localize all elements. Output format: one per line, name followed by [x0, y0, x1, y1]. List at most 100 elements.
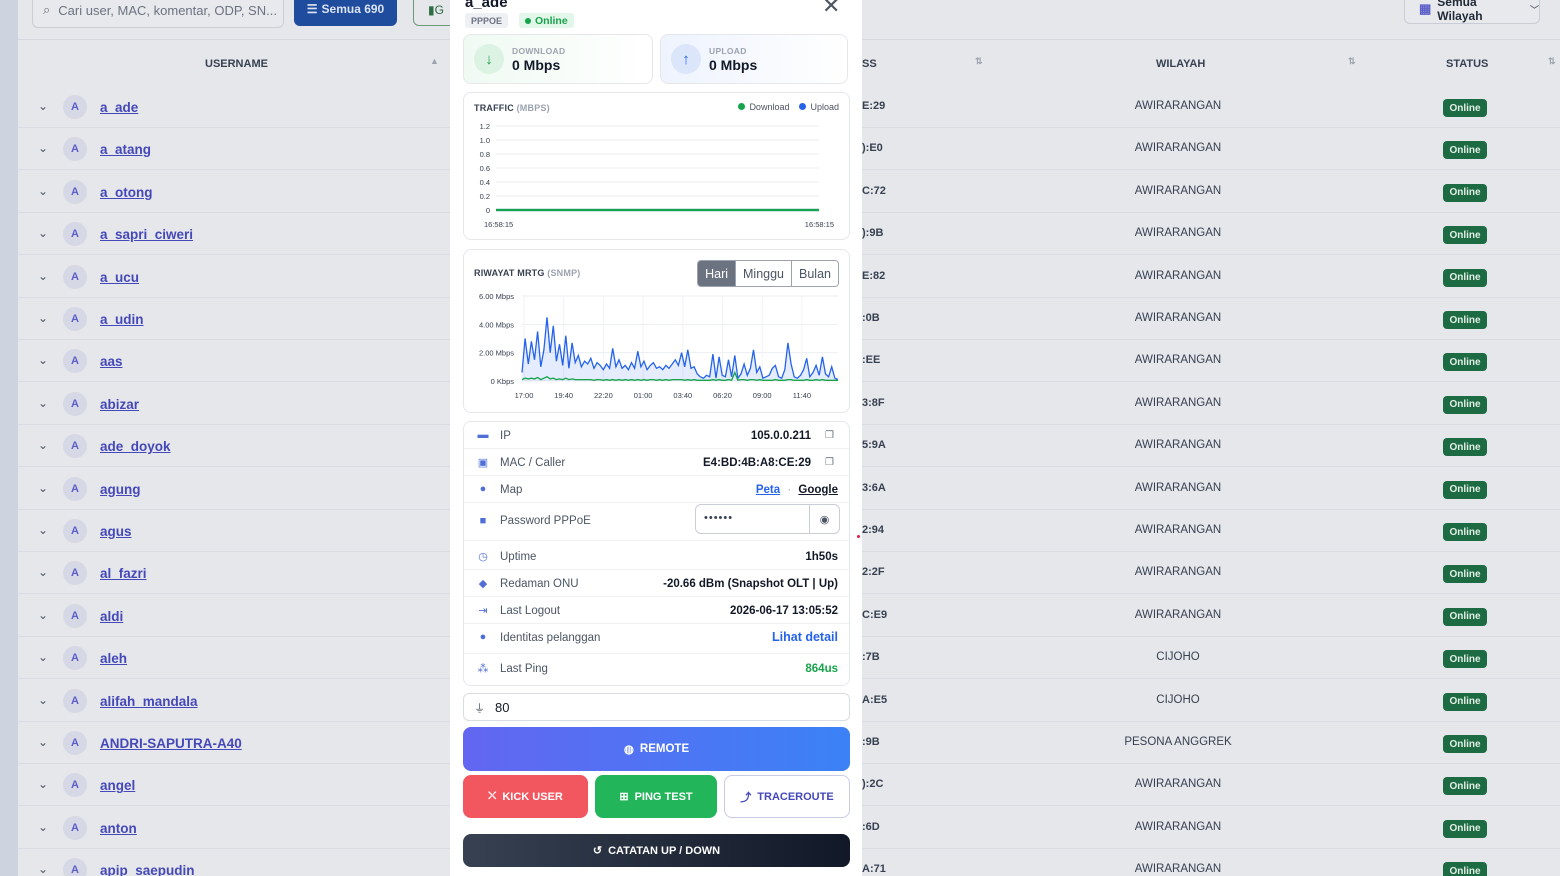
- google-link[interactable]: Google: [798, 484, 838, 496]
- sort-icon[interactable]: ⇅: [1348, 56, 1356, 67]
- header-mac[interactable]: SS: [862, 58, 877, 70]
- avatar: A: [63, 519, 87, 543]
- username-link[interactable]: ade_doyok: [100, 439, 171, 454]
- uptime-value: 1h50s: [805, 551, 838, 563]
- y-tick-label: 1.0: [480, 136, 490, 145]
- region-label: Semua Wilayah: [1437, 0, 1483, 23]
- header-status[interactable]: STATUS: [1446, 58, 1488, 70]
- info-row-password: ■ Password PPPoE •••••• ◉: [464, 503, 849, 541]
- sort-icon[interactable]: ▲: [430, 56, 439, 66]
- updown-log-button[interactable]: ↺ CATATAN UP / DOWN: [463, 834, 850, 867]
- chevron-down-icon[interactable]: ⌄: [38, 820, 48, 834]
- chevron-down-icon[interactable]: ⌄: [38, 735, 48, 749]
- avatar: A: [63, 349, 87, 374]
- chevron-down-icon[interactable]: ⌄: [38, 99, 48, 113]
- username-link[interactable]: a_otong: [100, 185, 153, 200]
- status-badge: Online: [1443, 565, 1487, 584]
- chevron-down-icon[interactable]: ⌄: [38, 226, 48, 240]
- password-field[interactable]: •••••• ◉: [695, 504, 840, 534]
- redaman-label: Redaman ONU: [500, 578, 579, 590]
- region-select[interactable]: ▦ Semua Wilayah ﹀: [1404, 0, 1540, 24]
- x-tick-label: 06:20: [713, 391, 732, 400]
- chevron-down-icon[interactable]: ⌄: [38, 608, 48, 622]
- username-link[interactable]: abizar: [100, 397, 139, 412]
- y-tick-label: 0 Kbps: [491, 377, 515, 386]
- chevron-down-icon[interactable]: ⌄: [38, 777, 48, 791]
- avatar: A: [63, 476, 87, 501]
- remote-button[interactable]: ◍ REMOTE: [463, 727, 850, 771]
- kick-user-button[interactable]: ⛌ KICK USER: [463, 775, 588, 818]
- copy-icon[interactable]: ❐: [825, 457, 834, 468]
- avatar: A: [63, 222, 87, 247]
- map-links: Peta · Google: [756, 484, 838, 496]
- mac-cell: ):2C: [862, 778, 884, 791]
- header-username[interactable]: USERNAME: [205, 58, 268, 70]
- chevron-down-icon[interactable]: ⌄: [38, 311, 48, 325]
- header-wilayah[interactable]: WILAYAH: [1156, 58, 1205, 70]
- x-tick-label: 01:00: [634, 391, 653, 400]
- sort-icon[interactable]: ⇅: [975, 56, 983, 67]
- traceroute-button[interactable]: ⤴ TRACEROUTE: [724, 775, 850, 818]
- wilayah-cell: AWIRARANGAN: [1134, 312, 1222, 324]
- username-link[interactable]: aleh: [100, 651, 127, 666]
- username-link[interactable]: aas: [100, 354, 123, 369]
- x-tick-label: 19:40: [554, 391, 573, 400]
- status-badge: Online: [1443, 183, 1487, 202]
- chevron-down-icon[interactable]: ⌄: [38, 565, 48, 579]
- mrtg-chart: 6.00 Mbps 4.00 Mbps 2.00 Mbps 0 Kbps17:00 19…: [479, 292, 839, 400]
- map-separator: ·: [787, 484, 792, 496]
- chevron-down-icon[interactable]: ⌄: [38, 650, 48, 664]
- ping-label: Last Ping: [500, 663, 548, 675]
- x-tick-label: 22:20: [594, 391, 613, 400]
- chevron-down-icon[interactable]: ⌄: [38, 396, 48, 410]
- signal-icon: ◆: [478, 578, 488, 590]
- chevron-down-icon[interactable]: ⌄: [38, 184, 48, 198]
- chevron-down-icon[interactable]: ⌄: [38, 269, 48, 283]
- filter-all-button[interactable]: ☰ Semua 690: [294, 0, 397, 26]
- map-label: Map: [500, 484, 523, 496]
- port-input[interactable]: ⏚ 80: [463, 693, 850, 721]
- chevron-down-icon[interactable]: ⌄: [38, 862, 48, 876]
- y-tick-label: 6.00 Mbps: [479, 292, 514, 301]
- chevron-down-icon[interactable]: ⌄: [38, 353, 48, 367]
- identitas-link[interactable]: Lihat detail: [772, 630, 838, 644]
- username-link[interactable]: angel: [100, 778, 135, 793]
- wilayah-cell: AWIRARANGAN: [1134, 100, 1222, 112]
- username-link[interactable]: al_fazri: [100, 566, 147, 581]
- wilayah-cell: AWIRARANGAN: [1134, 566, 1222, 579]
- chevron-down-icon[interactable]: ⌄: [38, 438, 48, 452]
- username-link[interactable]: apip_saepudin: [100, 863, 195, 876]
- username-link[interactable]: a_ucu: [100, 270, 139, 285]
- upload-label: UPLOAD: [709, 46, 747, 56]
- username-link[interactable]: anton: [100, 821, 137, 836]
- sort-icon[interactable]: ⇅: [1548, 56, 1556, 67]
- username-link[interactable]: agus: [100, 524, 132, 539]
- chevron-down-icon[interactable]: ⌄: [38, 481, 48, 495]
- avatar: A: [63, 731, 87, 755]
- username-link[interactable]: aldi: [100, 609, 123, 624]
- username-link[interactable]: a_sapri_ciweri: [100, 227, 193, 242]
- type-badge: PPPOE: [465, 13, 509, 28]
- mac-cell: 3:6A: [862, 481, 886, 494]
- chevron-down-icon[interactable]: ⌄: [38, 523, 48, 537]
- search-input[interactable]: ⌕ Cari user, MAC, komentar, ODP, SN...: [32, 0, 284, 28]
- username-link[interactable]: a_ade: [100, 100, 138, 115]
- username-link[interactable]: agung: [100, 482, 141, 497]
- ping-test-button[interactable]: ⊞ PING TEST: [595, 775, 717, 818]
- eye-icon[interactable]: ◉: [809, 505, 839, 533]
- chevron-down-icon[interactable]: ⌄: [38, 141, 48, 155]
- ping-value: 864us: [805, 663, 838, 675]
- map-icon: ▦: [1419, 1, 1432, 16]
- close-icon[interactable]: ✕: [822, 0, 840, 17]
- username-link[interactable]: a_udin: [100, 312, 144, 327]
- copy-icon[interactable]: ❐: [825, 430, 834, 441]
- mac-cell: ):E0: [862, 142, 883, 155]
- avatar: A: [63, 688, 87, 713]
- status-badge: Online: [1443, 226, 1487, 245]
- username-link[interactable]: a_atang: [100, 142, 151, 157]
- chevron-down-icon[interactable]: ⌄: [38, 693, 48, 707]
- peta-link[interactable]: Peta: [756, 484, 780, 496]
- username-link[interactable]: ANDRI-SAPUTRA-A40: [100, 736, 242, 751]
- wilayah-cell: AWIRARANGAN: [1134, 354, 1222, 367]
- username-link[interactable]: alifah_mandala: [100, 694, 198, 709]
